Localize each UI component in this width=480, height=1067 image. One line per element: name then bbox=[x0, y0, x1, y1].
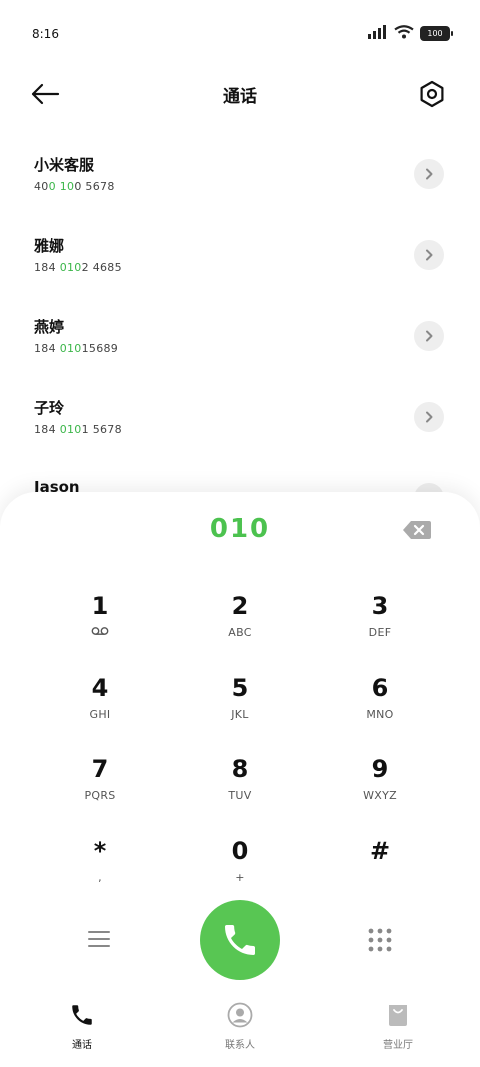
key-digit: 2 bbox=[231, 592, 249, 620]
key-2[interactable]: 2 ABC bbox=[170, 588, 310, 670]
key-3[interactable]: 3 DEF bbox=[310, 588, 450, 670]
key-letters: GHI bbox=[89, 707, 111, 721]
key-letters: + bbox=[235, 870, 245, 884]
chevron-right-icon bbox=[426, 330, 433, 342]
key-digit: 5 bbox=[231, 673, 249, 702]
call-button[interactable] bbox=[200, 900, 280, 980]
contact-list: 小米客服 400 100 5678 雅娜 184 0102 4685 燕婷 18… bbox=[0, 132, 480, 537]
contact-detail-button[interactable] bbox=[414, 402, 444, 432]
contact-detail-button[interactable] bbox=[414, 321, 444, 351]
key-7[interactable]: 7 PQRS bbox=[30, 751, 170, 833]
list-item[interactable]: 小米客服 400 100 5678 bbox=[0, 132, 480, 213]
dialpad-panel: 010 1 2 ABC 3 DEF 4 GHI 5 JKL 6 MNO 7 PQ… bbox=[0, 492, 480, 1067]
key-letters: MNO bbox=[366, 707, 394, 721]
settings-button[interactable] bbox=[414, 76, 450, 112]
key-letters: DEF bbox=[368, 626, 392, 639]
contact-name: 小米客服 bbox=[34, 156, 95, 174]
contacts-icon bbox=[227, 1002, 253, 1028]
list-item[interactable]: 子玲 184 0101 5678 bbox=[0, 375, 480, 456]
wifi-icon bbox=[394, 24, 414, 43]
key-letters: TUV bbox=[228, 789, 252, 802]
tab-label: 联系人 bbox=[225, 1040, 255, 1051]
tab-contacts[interactable]: 联系人 bbox=[195, 1002, 285, 1051]
key-digit: 7 bbox=[91, 755, 109, 783]
key-digit: # bbox=[369, 836, 391, 865]
tab-calls[interactable]: 通话 bbox=[37, 1002, 127, 1051]
key-digit: 9 bbox=[371, 755, 389, 783]
chevron-right-icon bbox=[426, 249, 433, 261]
store-bag-icon bbox=[389, 1005, 407, 1026]
page-title: 通话 bbox=[223, 87, 257, 107]
contact-number: 184 01015689 bbox=[34, 342, 119, 355]
key-digit: 4 bbox=[91, 673, 109, 702]
key-letters: PQRS bbox=[84, 789, 116, 802]
key-letters: JKL bbox=[231, 707, 249, 721]
key-digit: * bbox=[93, 836, 107, 865]
backspace-icon bbox=[403, 521, 431, 539]
status-bar: 8:16 100 bbox=[0, 0, 480, 66]
settings-hexagon-icon bbox=[420, 80, 444, 108]
header: 通话 bbox=[0, 66, 480, 122]
key-digit: 0 bbox=[231, 836, 249, 865]
key-letters: , bbox=[98, 870, 102, 884]
key-digit: 6 bbox=[371, 673, 389, 702]
list-item[interactable]: 燕婷 184 01015689 bbox=[0, 294, 480, 375]
chevron-right-icon bbox=[426, 411, 433, 423]
keypad-grid-icon bbox=[368, 928, 392, 952]
bottom-tab-bar: 通话 联系人 营业厅 bbox=[0, 988, 480, 1067]
contact-number: 400 100 5678 bbox=[34, 180, 115, 193]
key-1[interactable]: 1 bbox=[30, 588, 170, 670]
key-5[interactable]: 5 JKL bbox=[170, 670, 310, 752]
keypad: 1 2 ABC 3 DEF 4 GHI 5 JKL 6 MNO 7 PQRS 8… bbox=[30, 588, 450, 914]
key-digit: 3 bbox=[371, 592, 389, 620]
signal-icon bbox=[368, 24, 388, 43]
key-star[interactable]: * , bbox=[30, 833, 170, 915]
key-hash[interactable]: # bbox=[310, 833, 450, 915]
contact-number: 184 0101 5678 bbox=[34, 423, 122, 436]
contact-name: 雅娜 bbox=[34, 237, 65, 255]
key-4[interactable]: 4 GHI bbox=[30, 670, 170, 752]
tab-label: 通话 bbox=[72, 1040, 92, 1051]
chevron-right-icon bbox=[426, 168, 433, 180]
contact-detail-button[interactable] bbox=[414, 240, 444, 270]
key-digit: 8 bbox=[231, 755, 249, 783]
tab-store[interactable]: 营业厅 bbox=[353, 1002, 443, 1051]
voicemail-icon bbox=[91, 626, 109, 640]
hamburger-menu-icon bbox=[88, 931, 110, 947]
status-time: 8:16 bbox=[32, 27, 59, 41]
key-letters: WXYZ bbox=[363, 789, 397, 802]
contact-detail-button[interactable] bbox=[414, 159, 444, 189]
key-9[interactable]: 9 WXYZ bbox=[310, 751, 450, 833]
phone-icon bbox=[72, 1005, 92, 1025]
battery-icon: 100 bbox=[420, 26, 453, 41]
list-item[interactable]: 雅娜 184 0102 4685 bbox=[0, 213, 480, 294]
contact-name: 燕婷 bbox=[34, 318, 65, 336]
phone-icon bbox=[225, 925, 255, 955]
status-icons: 100 bbox=[368, 24, 453, 43]
tab-label: 营业厅 bbox=[383, 1040, 413, 1051]
menu-button[interactable] bbox=[86, 928, 112, 950]
key-6[interactable]: 6 MNO bbox=[310, 670, 450, 752]
key-digit: 1 bbox=[91, 592, 109, 620]
backspace-button[interactable] bbox=[402, 520, 432, 540]
key-letters: ABC bbox=[228, 626, 252, 639]
contact-name: 子玲 bbox=[34, 399, 65, 417]
contact-number: 184 0102 4685 bbox=[34, 261, 122, 274]
keypad-toggle-button[interactable] bbox=[366, 926, 394, 954]
key-8[interactable]: 8 TUV bbox=[170, 751, 310, 833]
